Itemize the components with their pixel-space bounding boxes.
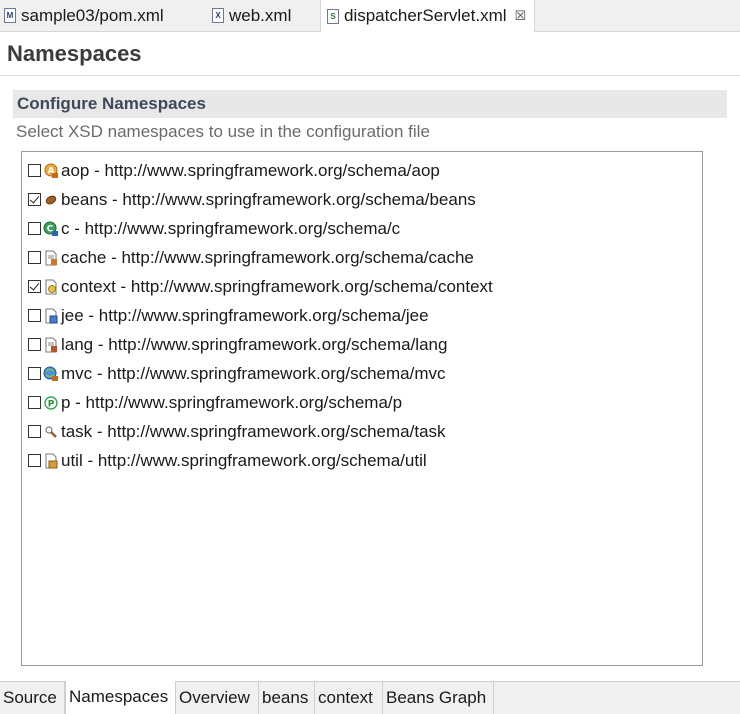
xml-file-icon: X bbox=[212, 8, 224, 23]
section-header: Configure Namespaces bbox=[13, 90, 727, 118]
namespace-item-context[interactable]: context - http://www.springframework.org… bbox=[22, 272, 702, 301]
bean-icon bbox=[43, 192, 59, 208]
aop-icon: A bbox=[43, 163, 59, 179]
namespace-checkbox[interactable] bbox=[28, 454, 41, 467]
editor-page-tabs: Source Namespaces Overview beans context… bbox=[0, 681, 740, 714]
namespace-label: c - http://www.springframework.org/schem… bbox=[61, 218, 401, 238]
context-icon bbox=[43, 279, 59, 295]
p-namespace-icon: P bbox=[43, 395, 59, 411]
namespace-label: cache - http://www.springframework.org/s… bbox=[61, 247, 474, 267]
namespace-checkbox[interactable] bbox=[28, 222, 41, 235]
tab-overview[interactable]: Overview bbox=[176, 682, 259, 714]
title-divider bbox=[0, 75, 740, 76]
jee-icon bbox=[43, 308, 59, 324]
svg-text:P: P bbox=[48, 399, 55, 409]
cache-icon bbox=[43, 250, 59, 266]
namespace-item-aop[interactable]: A aop - http://www.springframework.org/s… bbox=[22, 156, 702, 185]
namespace-label: aop - http://www.springframework.org/sch… bbox=[61, 160, 440, 180]
maven-pom-icon: M bbox=[4, 8, 16, 23]
namespace-item-c[interactable]: C c - http://www.springframework.org/sch… bbox=[22, 214, 702, 243]
namespace-label: mvc - http://www.springframework.org/sch… bbox=[61, 363, 446, 383]
util-icon bbox=[43, 453, 59, 469]
tab-context[interactable]: context bbox=[315, 682, 383, 714]
namespace-item-cache[interactable]: cache - http://www.springframework.org/s… bbox=[22, 243, 702, 272]
editor-tab-pom[interactable]: M sample03/pom.xml bbox=[4, 0, 164, 31]
close-icon[interactable]: ☒ bbox=[515, 8, 527, 24]
namespace-checkbox[interactable] bbox=[28, 164, 41, 177]
namespace-item-beans[interactable]: beans - http://www.springframework.org/s… bbox=[22, 185, 702, 214]
namespace-checkbox[interactable] bbox=[28, 193, 41, 206]
namespace-label: beans - http://www.springframework.org/s… bbox=[61, 189, 476, 209]
c-namespace-icon: C bbox=[43, 221, 59, 237]
namespace-checkbox[interactable] bbox=[28, 396, 41, 409]
spring-config-icon: S bbox=[327, 8, 339, 24]
namespace-item-task[interactable]: task - http://www.springframework.org/sc… bbox=[22, 417, 702, 446]
section-description: Select XSD namespaces to use in the conf… bbox=[16, 122, 430, 141]
namespace-label: context - http://www.springframework.org… bbox=[61, 276, 493, 296]
namespace-item-p[interactable]: P p - http://www.springframework.org/sch… bbox=[22, 388, 702, 417]
tab-namespaces[interactable]: Namespaces bbox=[65, 681, 176, 714]
tab-source[interactable]: Source bbox=[0, 682, 65, 714]
namespace-label: lang - http://www.springframework.org/sc… bbox=[61, 334, 448, 354]
namespace-list[interactable]: A aop - http://www.springframework.org/s… bbox=[21, 151, 703, 666]
task-icon bbox=[43, 424, 59, 440]
namespace-checkbox[interactable] bbox=[28, 280, 41, 293]
namespace-checkbox[interactable] bbox=[28, 309, 41, 322]
editor-tab-label: sample03/pom.xml bbox=[21, 5, 164, 25]
namespace-item-util[interactable]: util - http://www.springframework.org/sc… bbox=[22, 446, 702, 475]
mvc-icon bbox=[43, 366, 59, 382]
namespace-checkbox[interactable] bbox=[28, 367, 41, 380]
editor-tab-bar: M sample03/pom.xml X web.xml S dispatche… bbox=[0, 0, 740, 32]
namespace-item-lang[interactable]: lang - http://www.springframework.org/sc… bbox=[22, 330, 702, 359]
namespace-label: p - http://www.springframework.org/schem… bbox=[61, 392, 403, 412]
editor-tab-label: dispatcherServlet.xml bbox=[344, 6, 507, 25]
namespace-checkbox[interactable] bbox=[28, 425, 41, 438]
editor-tab-dispatcher-servlet[interactable]: S dispatcherServlet.xml ☒ bbox=[320, 0, 536, 32]
tab-beans-graph[interactable]: Beans Graph bbox=[383, 682, 494, 714]
namespace-checkbox[interactable] bbox=[28, 338, 41, 351]
namespace-item-mvc[interactable]: mvc - http://www.springframework.org/sch… bbox=[22, 359, 702, 388]
editor-tab-web-xml[interactable]: X web.xml bbox=[212, 0, 291, 31]
namespace-checkbox[interactable] bbox=[28, 251, 41, 264]
lang-icon bbox=[43, 337, 59, 353]
namespace-label: util - http://www.springframework.org/sc… bbox=[61, 450, 427, 470]
page-title: Namespaces bbox=[7, 41, 142, 66]
namespace-label: jee - http://www.springframework.org/sch… bbox=[61, 305, 429, 325]
tab-beans[interactable]: beans bbox=[259, 682, 315, 714]
editor-tab-label: web.xml bbox=[229, 5, 292, 25]
namespace-label: task - http://www.springframework.org/sc… bbox=[61, 421, 446, 441]
namespace-item-jee[interactable]: jee - http://www.springframework.org/sch… bbox=[22, 301, 702, 330]
